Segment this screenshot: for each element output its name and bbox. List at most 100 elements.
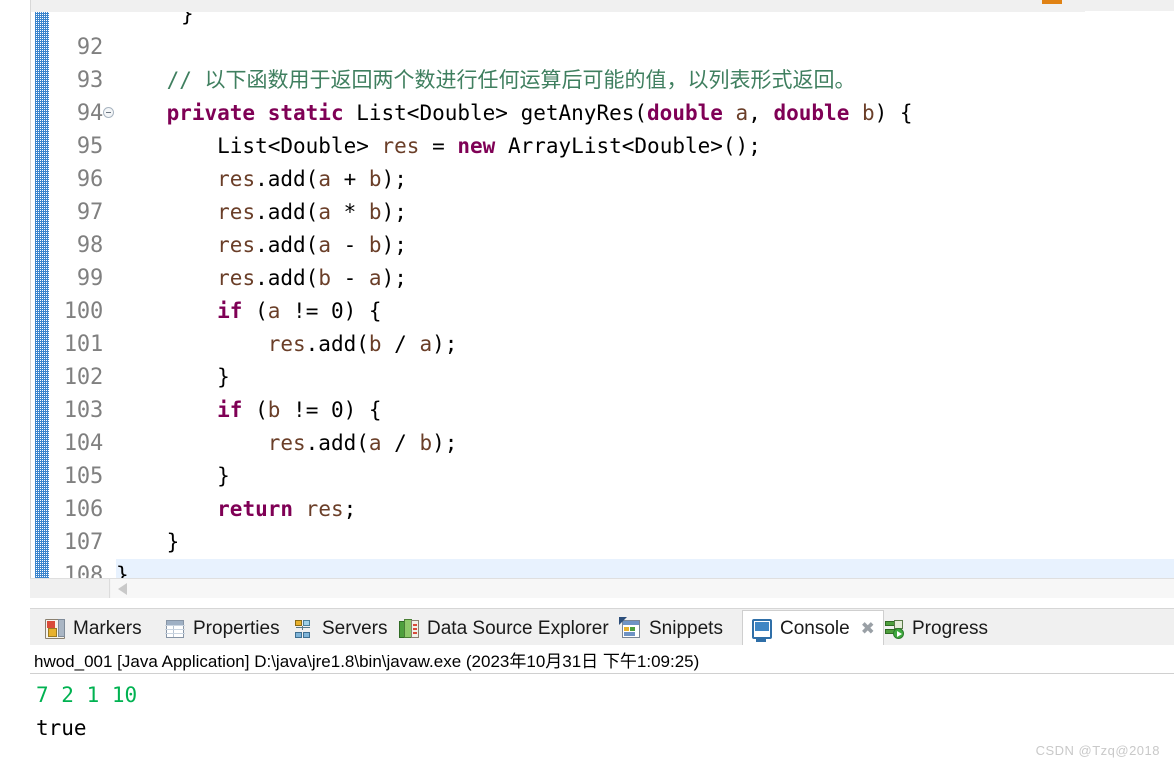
code-line[interactable]: return res;	[116, 493, 1174, 526]
code-token-plain: ArrayList<Double>();	[495, 134, 761, 158]
code-token-plain: -	[330, 266, 369, 290]
editor-left-separator	[30, 12, 31, 580]
code-token-plain: .add(	[305, 332, 369, 356]
code-line[interactable]: res.add(a + b);	[116, 163, 1174, 196]
line-number-gutter[interactable]: 92 93 94 95 96 97 98 99 100 101 102 103 104 105 106 107…	[49, 12, 115, 580]
code-line[interactable]	[116, 31, 1174, 64]
line-number: 107	[63, 530, 103, 555]
console-launch-status: hwod_001 [Java Application] D:\java\jre1…	[34, 652, 700, 671]
code-line[interactable]: res.add(a - b);	[116, 229, 1174, 262]
line-number: 92	[76, 35, 103, 60]
code-token-var: res	[217, 266, 256, 290]
code-line-current[interactable]: }	[116, 559, 1174, 580]
code-token-plain: -	[330, 233, 369, 257]
code-line-text: }	[116, 460, 230, 493]
code-token-plain: +	[330, 167, 369, 191]
code-token-plain: .add(	[255, 233, 319, 257]
line-number: 103	[63, 398, 103, 423]
overview-ruler-marker[interactable]	[1042, 0, 1062, 4]
console-output[interactable]: 7 2 1 10 true	[36, 679, 137, 745]
code-token-kw: private static	[166, 101, 344, 125]
code-token-var: res	[217, 233, 256, 257]
console-divider	[30, 673, 1174, 674]
code-line-text: return res;	[116, 493, 356, 526]
code-line[interactable]: }	[116, 361, 1174, 394]
code-token-var: b	[419, 431, 433, 455]
tab-label: Servers	[322, 617, 388, 639]
line-number: 105	[63, 464, 103, 489]
code-token-plain: );	[381, 233, 407, 257]
editor-body[interactable]: 92 93 94 95 96 97 98 99 100 101 102 103 104 105 106 107…	[0, 12, 1174, 580]
markers-icon	[44, 618, 66, 640]
code-line[interactable]: if (a != 0) {	[116, 295, 1174, 328]
scrollbar-track-left[interactable]	[30, 579, 110, 598]
code-token-var: b	[368, 200, 382, 224]
code-token-kw: double	[647, 101, 723, 125]
code-line-text: if (b != 0) {	[116, 394, 381, 427]
bottom-view-stack: Markers Properties Servers Data Source Expl…	[30, 608, 1174, 768]
view-tabbar[interactable]: Markers Properties Servers Data Source Expl…	[30, 608, 1174, 646]
code-line-text: }	[181, 12, 194, 26]
editor-bottom-edge	[0, 598, 1174, 600]
code-line[interactable]: List<Double> res = new ArrayList<Double>…	[116, 130, 1174, 163]
code-token-kw: if	[217, 299, 243, 323]
console-icon	[751, 618, 773, 642]
code-token-plain: /	[381, 332, 420, 356]
code-line-text: private static List<Double> getAnyRes(do…	[116, 97, 913, 130]
code-token-plain: .add(	[255, 266, 319, 290]
code-token-var: a	[318, 167, 331, 191]
code-line-text: res.add(a / b);	[116, 427, 458, 460]
console-view[interactable]: hwod_001 [Java Application] D:\java\jre1…	[30, 645, 1174, 768]
close-icon[interactable]: ✖	[860, 620, 876, 637]
code-token-var: a	[368, 431, 382, 455]
code-token-var: b	[368, 233, 382, 257]
line-number: 108	[63, 563, 103, 580]
code-line[interactable]: }	[116, 526, 1174, 559]
code-token-plain: );	[381, 200, 407, 224]
line-number: 102	[63, 365, 103, 390]
code-line-text: res.add(a + b);	[116, 163, 407, 196]
editor-left-padding	[0, 12, 30, 580]
code-token-plain: .add(	[255, 200, 319, 224]
code-token-plain: *	[330, 200, 369, 224]
tab-console[interactable]: Console ✖	[742, 610, 884, 646]
code-token-cmt: // 以下函数用于返回两个数进行任何运算后可能的值，以列表形式返回。	[116, 68, 856, 92]
code-line[interactable]: res.add(a * b);	[116, 196, 1174, 229]
code-token-plain: ;	[343, 497, 357, 521]
fold-collapse-icon[interactable]	[102, 107, 114, 119]
code-canvas[interactable]: } // 以下函数用于返回两个数进行任何运算后可能的值，以列表形式返回。 pri…	[116, 12, 1174, 580]
code-line[interactable]: private static List<Double> getAnyRes(do…	[116, 97, 1174, 130]
code-line[interactable]: res.add(a / b);	[116, 427, 1174, 460]
code-line-partial[interactable]: }	[116, 12, 1174, 31]
code-line[interactable]: }	[116, 460, 1174, 493]
code-line[interactable]: res.add(b / a);	[116, 328, 1174, 361]
code-token-var: res	[381, 134, 420, 158]
code-token-var: b	[318, 266, 331, 290]
tab-progress[interactable]: Progress	[875, 611, 1030, 646]
line-number: 100	[63, 299, 103, 324]
code-line[interactable]: res.add(b - a);	[116, 262, 1174, 295]
code-line[interactable]: // 以下函数用于返回两个数进行任何运算后可能的值，以列表形式返回。	[116, 64, 1174, 97]
scrollbar-thumb[interactable]	[111, 579, 1174, 598]
line-number: 95	[76, 134, 103, 159]
code-token-plain: );	[381, 266, 407, 290]
code-line-text: List<Double> res = new ArrayList<Double>…	[116, 130, 761, 163]
java-editor: 92 93 94 95 96 97 98 99 100 101 102 103 104 105 106 107…	[0, 0, 1174, 600]
code-token-plain: }	[116, 530, 180, 554]
editor-horizontal-scrollbar[interactable]	[30, 578, 1174, 598]
code-line-text: res.add(b / a);	[116, 328, 458, 361]
editor-tab-separator	[30, 0, 31, 12]
code-token-var: res	[267, 332, 306, 356]
code-token-plain: List<Double>	[116, 134, 382, 158]
editor-tab-edge	[0, 0, 30, 12]
line-number: 101	[63, 332, 103, 357]
scroll-left-arrow-icon[interactable]	[118, 583, 127, 595]
console-output-line: 7 2 1 10	[36, 683, 138, 707]
code-line[interactable]: if (b != 0) {	[116, 394, 1174, 427]
code-token-plain: .add(	[305, 431, 369, 455]
